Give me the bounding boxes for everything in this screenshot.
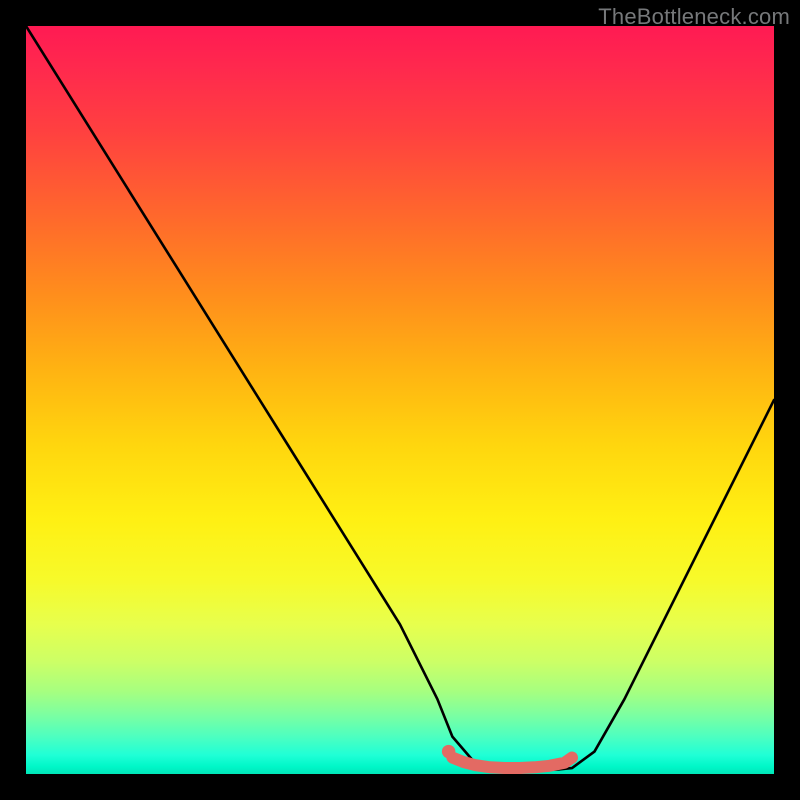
- optimal-start-dot: [442, 745, 455, 758]
- chart-frame: TheBottleneck.com: [0, 0, 800, 800]
- watermark-text: TheBottleneck.com: [598, 4, 790, 30]
- curve-layer: [26, 26, 774, 774]
- bottleneck-curve: [26, 26, 774, 770]
- plot-area: [26, 26, 774, 774]
- optimal-range-marker: [452, 758, 572, 768]
